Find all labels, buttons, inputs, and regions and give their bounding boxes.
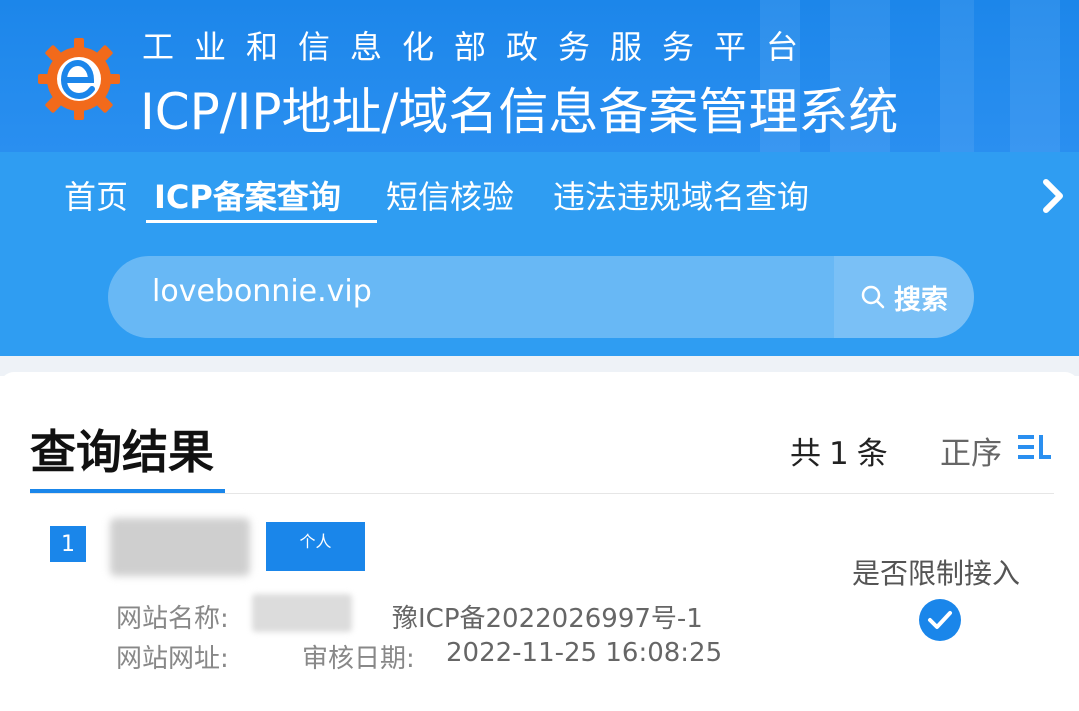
- site-name-label: 网站名称:: [116, 604, 229, 634]
- site-url-label: 网站网址:: [116, 644, 229, 674]
- result-index: 1: [50, 526, 86, 562]
- entity-type-badge: 个人: [266, 522, 365, 571]
- result-count-number: 1: [829, 436, 849, 472]
- audit-date-value: 2022-11-25 16:08:25: [446, 638, 723, 668]
- divider: [30, 493, 1054, 494]
- search-button[interactable]: 搜索: [834, 256, 974, 338]
- search-input[interactable]: lovebonnie.vip: [152, 274, 372, 309]
- sort-toggle-label[interactable]: 正序: [940, 428, 1002, 473]
- nav-item-illegal-domain-query[interactable]: 违法违规域名查询: [553, 172, 809, 218]
- search-icon: [861, 285, 885, 309]
- search-bar: lovebonnie.vip 搜索: [108, 256, 974, 338]
- nav-active-indicator: [146, 220, 377, 223]
- main-nav: 首页 ICP备案查询 短信核验 违法违规域名查询: [0, 152, 1079, 238]
- nav-item-icp-query[interactable]: ICP备案查询: [154, 172, 341, 218]
- icp-license-number: 豫ICP备2022026997号-1: [392, 604, 703, 634]
- nav-search-band: 首页 ICP备案查询 短信核验 违法违规域名查询 lovebonnie.vip …: [0, 152, 1079, 356]
- audit-date-label: 审核日期:: [302, 644, 415, 674]
- blurred-site-name: [252, 594, 352, 632]
- system-title: ICP/IP地址/域名信息备案管理系统: [140, 83, 899, 141]
- nav-item-home[interactable]: 首页: [64, 172, 128, 218]
- sort-icon[interactable]: [1016, 432, 1054, 462]
- results-card: 查询结果 共1条 正序 1 个人 是否限制接入 网站名称: 豫ICP备20220…: [0, 372, 1079, 711]
- nav-item-sms-verify[interactable]: 短信核验: [386, 172, 514, 218]
- header-banner: 工业和信息化部政务服务平台 ICP/IP地址/域名信息备案管理系统: [0, 0, 1079, 152]
- result-count-suffix: 条: [856, 436, 888, 472]
- gear-e-logo-icon: [38, 38, 120, 120]
- search-button-label: 搜索: [894, 284, 948, 316]
- result-count: 共1条: [790, 428, 888, 473]
- ministry-subtitle: 工业和信息化部政务服务平台: [142, 28, 819, 66]
- blurred-entity-name: [110, 518, 250, 576]
- check-circle-icon: [919, 599, 961, 641]
- banner-decoration: [1010, 0, 1060, 152]
- results-title: 查询结果: [30, 425, 214, 479]
- result-count-prefix: 共: [790, 436, 821, 472]
- chevron-right-icon[interactable]: [1038, 176, 1068, 216]
- restrict-access-label: 是否限制接入: [852, 557, 1021, 590]
- banner-decoration: [940, 0, 974, 152]
